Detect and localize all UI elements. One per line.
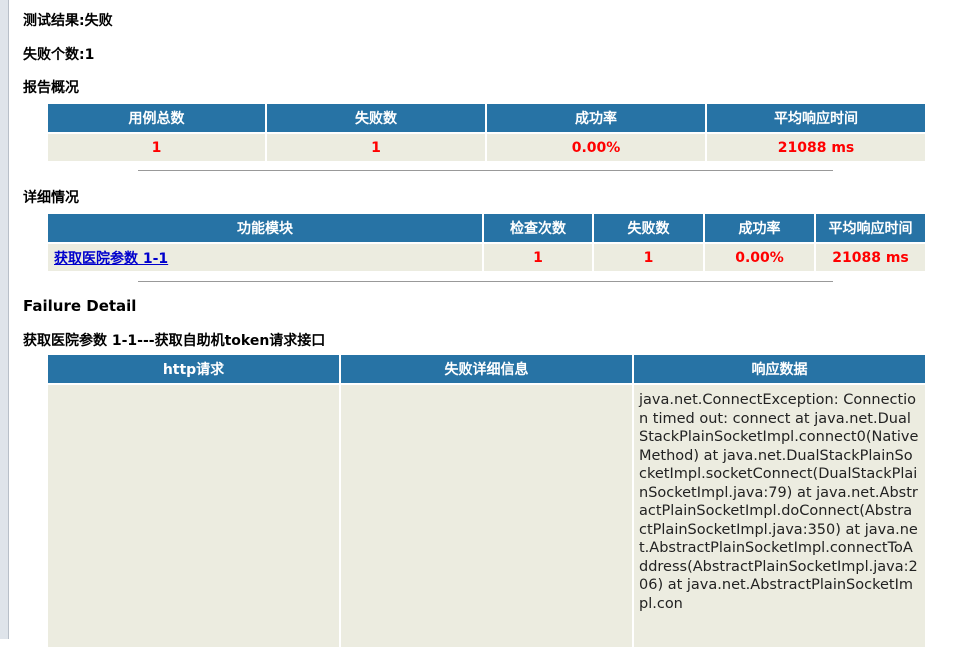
fail-count: 失败个数:1 [23, 47, 95, 63]
detail-table: 功能模块 检查次数 失败数 成功率 平均响应时间 获取医院参数 1-1 1 1 0.00% 21… [46, 212, 927, 273]
failure-detail-title: Failure Detail [23, 297, 137, 315]
header-cell: 平均响应时间 [816, 214, 925, 242]
header-cell: 检查次数 [484, 214, 592, 242]
detail-title: 详细情况 [23, 190, 79, 206]
header-cell: 成功率 [487, 104, 705, 132]
table-row: 获取医院参数 1-1 1 1 0.00% 21088 ms [48, 244, 925, 271]
header-cell: 失败数 [267, 104, 485, 132]
avg-response-time: 21088 ms [707, 134, 925, 161]
header-cell: http请求 [48, 355, 339, 383]
header-cell: 失败详细信息 [341, 355, 632, 383]
divider [138, 170, 833, 171]
fail-count-cell: 1 [267, 134, 485, 161]
fails-cell: 1 [594, 244, 703, 271]
fail-info-cell [341, 385, 632, 647]
header-cell: 功能模块 [48, 214, 482, 242]
overview-title: 报告概况 [23, 80, 79, 96]
header-cell: 成功率 [705, 214, 814, 242]
avg-cell: 21088 ms [816, 244, 925, 271]
failure-table: http请求 失败详细信息 响应数据 java.net.ConnectExcepti… [46, 353, 927, 649]
header-cell: 响应数据 [634, 355, 925, 383]
table-row: java.net.ConnectException: Connection ti… [48, 385, 925, 647]
failure-subtitle: 获取医院参数 1-1---获取自助机token请求接口 [23, 333, 326, 349]
http-request-cell [48, 385, 339, 647]
checks-cell: 1 [484, 244, 592, 271]
module-link[interactable]: 获取医院参数 1-1 [54, 251, 168, 267]
header-cell: 失败数 [594, 214, 703, 242]
test-result: 测试结果:失败 [23, 13, 113, 29]
rate-cell: 0.00% [705, 244, 814, 271]
success-rate: 0.00% [487, 134, 705, 161]
overview-table: 用例总数 失败数 成功率 平均响应时间 1 1 0.00% 21088 ms [46, 102, 927, 163]
divider [138, 281, 833, 282]
response-data-cell: java.net.ConnectException: Connection ti… [634, 385, 925, 647]
left-scroll-edge [0, 0, 9, 639]
header-cell: 平均响应时间 [707, 104, 925, 132]
header-cell: 用例总数 [48, 104, 265, 132]
total-cases: 1 [48, 134, 265, 161]
